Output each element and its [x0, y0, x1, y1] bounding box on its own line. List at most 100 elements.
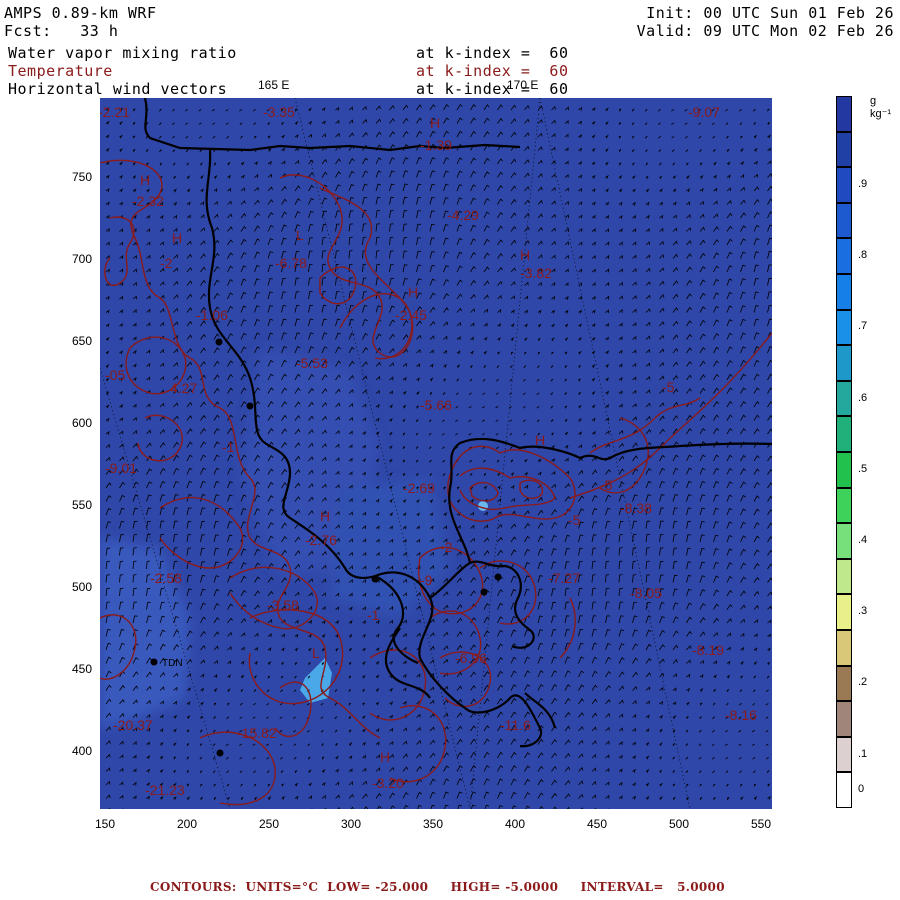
contour-label: L [312, 645, 320, 661]
colorbar-segment [836, 523, 852, 559]
contour-label: -5.53 [296, 355, 328, 371]
contour-label: -8.38 [620, 500, 652, 516]
y-tick-label: 500 [72, 580, 92, 594]
contour-label: H [320, 508, 330, 524]
contour-label: -2.45 [395, 307, 427, 323]
contour-label: -05 [105, 367, 125, 383]
contour-label: L [296, 227, 304, 243]
contour-label: H [520, 247, 530, 263]
light-moisture-spot-2 [478, 501, 488, 511]
forecast-hour: Fcst: 33 h [4, 22, 119, 40]
colorbar-segment [836, 736, 852, 773]
colorbar-tick: .1 [858, 747, 868, 760]
colorbar-segment [836, 167, 852, 203]
field-temperature: Temperature [8, 62, 113, 80]
contour-label: -1.39 [420, 137, 452, 153]
colorbar-tick: .8 [858, 249, 868, 262]
x-tick-label: 450 [587, 817, 607, 831]
colorbar-tick: .3 [858, 605, 868, 618]
contour-label: H [172, 230, 182, 246]
contour-label: -3.58 [267, 597, 299, 613]
y-tick-label: 750 [72, 170, 92, 184]
model-title: AMPS 0.89-km WRF [4, 4, 157, 22]
init-time: Init: 00 UTC Sun 01 Feb 26 [646, 4, 894, 22]
colorbar-segment [836, 452, 852, 488]
contour-label: -2 [440, 539, 453, 555]
y-tick-label: 600 [72, 416, 92, 430]
contour-label: -7.27 [548, 570, 580, 586]
level-wind: at k-index = 60 [416, 80, 569, 98]
contour-label: 4.27 [170, 380, 197, 396]
colorbar-segment [836, 345, 852, 381]
level-mixing-ratio: at k-index = 60 [416, 44, 569, 62]
contour-label: -5 [600, 477, 613, 493]
colorbar-segment [836, 665, 852, 702]
colorbar-segment [836, 131, 852, 168]
contour-label: H [535, 432, 545, 448]
colorbar-tick: .5 [858, 462, 868, 475]
contour-label: -9 [420, 572, 433, 588]
contour-label: -8.19 [692, 642, 724, 658]
contour-info: CONTOURS: UNITS=°C LOW= -25.000 HIGH= -5… [150, 880, 725, 894]
contour-label: H [430, 115, 440, 131]
colorbar-segment [836, 594, 852, 630]
y-tick-label: 650 [72, 334, 92, 348]
contour-label: -9.01 [105, 460, 137, 476]
station-label: TDN [162, 658, 183, 669]
station-marker [216, 749, 224, 757]
contour-label: -5 [568, 512, 581, 528]
contour-label: -1.06 [196, 307, 228, 323]
x-tick-label: 200 [177, 817, 197, 831]
contour-label: -6.78 [275, 255, 307, 271]
contour-label: -1 [222, 439, 235, 455]
contour-label: -3.20 [372, 775, 404, 791]
level-temperature: at k-index = 60 [416, 62, 569, 80]
contour-label: -2.76 [305, 532, 337, 548]
colorbar-segment [836, 202, 852, 239]
x-tick-label: 400 [505, 817, 525, 831]
contour-label: H [408, 284, 418, 300]
x-tick-label: 550 [751, 817, 771, 831]
colorbar-segment [836, 416, 852, 452]
field-mixing-ratio: Water vapor mixing ratio [8, 44, 237, 62]
x-tick-label: 300 [341, 817, 361, 831]
colorbar-tick: .9 [858, 178, 868, 190]
station-marker [494, 573, 502, 581]
colorbar-segment [836, 487, 852, 524]
colorbar-segment [836, 630, 852, 666]
colorbar-segment [836, 238, 852, 274]
station-marker [246, 402, 254, 410]
colorbar-unit: g kg⁻¹ [870, 95, 892, 120]
contour-label: -2 [160, 255, 173, 271]
contour-label: -8.16 [725, 707, 757, 723]
contour-label: -2.21 [100, 104, 130, 120]
colorbar-tick: .7 [858, 320, 868, 333]
contour-label: -4.29 [447, 207, 479, 223]
contour-label: -3.35 [263, 104, 295, 120]
contour-label: -2.32 [132, 193, 164, 209]
contour-label: -15.82 [237, 725, 277, 741]
x-tick-label: 250 [259, 817, 279, 831]
colorbar-segment [836, 274, 852, 310]
colorbar-tick: 0 [858, 783, 865, 796]
valid-time: Valid: 09 UTC Mon 02 Feb 26 [636, 22, 894, 40]
y-tick-label: 700 [72, 252, 92, 266]
contour-label: -6.96 [455, 650, 487, 666]
contour-label: -2.69 [403, 480, 435, 496]
colorbar-segment [836, 701, 852, 737]
contour-label: -5.66 [420, 397, 452, 413]
colorbar-segment [836, 309, 852, 346]
colorbar-tick: .4 [858, 534, 868, 546]
x-tick-label: 350 [423, 817, 443, 831]
x-tick-label: 150 [95, 817, 115, 831]
y-tick-label: 550 [72, 498, 92, 512]
station-marker [371, 575, 379, 583]
contour-label: -9.07 [688, 104, 720, 120]
contour-label: -11.6 [500, 717, 531, 733]
contour-label: -1 [367, 607, 380, 623]
colorbar-segment [836, 772, 852, 808]
colorbar-segment [836, 96, 852, 132]
contour-label: -2.58 [150, 570, 182, 586]
station-marker [480, 588, 488, 596]
y-tick-label: 400 [72, 744, 92, 758]
